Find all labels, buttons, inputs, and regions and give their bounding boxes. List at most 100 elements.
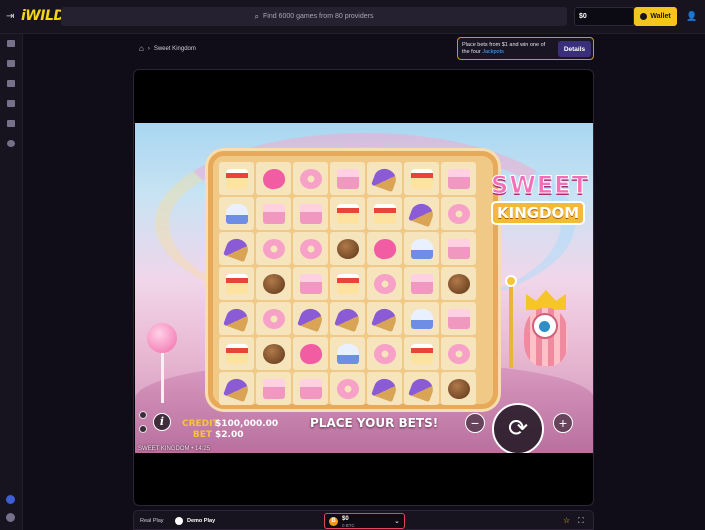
chevron-down-icon: ⌄	[394, 518, 400, 525]
game-frame: SWEET KINGDOM i CREDIT$100,000.00 BET $2.…	[133, 69, 594, 506]
cup-symbol-icon	[225, 203, 248, 224]
demo-play-label[interactable]: Demo Play	[187, 518, 215, 524]
cone-symbol-icon	[296, 305, 325, 332]
collapse-sidebar-icon[interactable]: ⇥	[6, 11, 14, 22]
cone-symbol-icon	[222, 235, 251, 262]
cup-symbol-icon	[336, 343, 359, 364]
list-icon[interactable]	[7, 60, 15, 67]
spin-icon: ⟳	[507, 415, 529, 442]
settings-icon[interactable]	[139, 411, 147, 419]
cake-symbol-icon	[225, 168, 248, 189]
grid-cell	[330, 197, 365, 230]
grid-cell	[404, 162, 439, 195]
search-input[interactable]: ⌕ Find 6000 games from 80 providers	[61, 7, 567, 26]
home-icon[interactable]: ⌂	[139, 44, 144, 53]
bitcoin-icon: B	[329, 517, 338, 526]
bar-symbol-icon	[336, 168, 359, 189]
grid-cell	[367, 232, 402, 265]
grid-cell	[404, 337, 439, 370]
donut-symbol-icon	[262, 238, 285, 259]
sound-icon[interactable]	[139, 425, 147, 433]
grid-cell	[441, 162, 476, 195]
cup-symbol-icon	[410, 308, 433, 329]
lollipop-decoration	[147, 323, 177, 353]
grid-cell	[219, 337, 254, 370]
bar-symbol-icon	[447, 308, 470, 329]
scepter-orb	[505, 275, 517, 287]
grid-cell	[404, 197, 439, 230]
currency-amount: $0	[342, 516, 349, 522]
grid-cell	[219, 197, 254, 230]
grid-cell	[256, 267, 291, 300]
grid-cell	[256, 232, 291, 265]
details-button[interactable]: Details	[558, 41, 591, 57]
grid-cell	[367, 372, 402, 405]
decrease-bet-button[interactable]: −	[465, 413, 485, 433]
casino-icon[interactable]	[7, 40, 15, 47]
bar-symbol-icon	[299, 273, 322, 294]
bar-symbol-icon	[299, 203, 322, 224]
grid-cell	[293, 372, 328, 405]
cone-symbol-icon	[407, 375, 436, 402]
site-logo[interactable]: iWILD	[21, 8, 65, 24]
reel-board	[208, 151, 498, 409]
bar-symbol-icon	[299, 378, 322, 399]
cake-symbol-icon	[373, 203, 396, 224]
bar-symbol-icon	[410, 273, 433, 294]
game-message: PLACE YOUR BETS!	[310, 416, 439, 430]
increase-bet-button[interactable]: +	[553, 413, 573, 433]
donut-symbol-icon	[336, 378, 359, 399]
currency-sub: 0 BTC	[342, 523, 355, 528]
language-flag-icon[interactable]	[6, 495, 15, 504]
game-hud: i CREDIT$100,000.00 BET $2.00 PLACE YOUR …	[135, 403, 593, 453]
donut-symbol-icon	[447, 203, 470, 224]
spin-button[interactable]: ⟳	[492, 403, 544, 453]
cone-symbol-icon	[222, 305, 251, 332]
game-footer-label: SWEET KINGDOM • 14:25	[138, 446, 211, 452]
grid-icon[interactable]	[7, 80, 15, 87]
bar-symbol-icon	[447, 238, 470, 259]
game-canvas[interactable]: SWEET KINGDOM i CREDIT$100,000.00 BET $2.…	[135, 123, 593, 453]
currency-selector[interactable]: B $0 0 BTC ⌄	[324, 513, 405, 529]
donut-symbol-icon	[373, 273, 396, 294]
chat-icon[interactable]	[6, 513, 15, 522]
cake-symbol-icon	[336, 203, 359, 224]
bar-symbol-icon	[262, 203, 285, 224]
grid-cell	[293, 162, 328, 195]
user-icon[interactable]: 👤	[686, 11, 697, 22]
symbol-grid	[219, 162, 476, 405]
grid-cell	[404, 267, 439, 300]
mascot-pupil	[539, 321, 550, 332]
grid-cell	[293, 232, 328, 265]
calendar-icon[interactable]	[7, 100, 15, 107]
grid-cell	[256, 302, 291, 335]
grid-cell	[330, 232, 365, 265]
search-icon: ⌕	[254, 11, 259, 21]
king-mascot	[505, 273, 576, 383]
star-icon[interactable]: ☆	[563, 516, 570, 525]
grid-cell	[367, 302, 402, 335]
fullscreen-icon[interactable]: ⛶	[578, 516, 584, 526]
play-mode-toggle[interactable]	[175, 517, 183, 525]
shield-icon[interactable]	[7, 140, 15, 147]
info-icon[interactable]: i	[153, 413, 171, 431]
grid-cell	[293, 197, 328, 230]
wallet-button[interactable]: Wallet	[634, 7, 677, 26]
video-icon[interactable]	[7, 120, 15, 127]
grid-cell	[441, 267, 476, 300]
real-play-label[interactable]: Real Play	[140, 518, 164, 524]
top-bar: ⇥ iWILD ⌕ Find 6000 games from 80 provid…	[0, 0, 705, 34]
credit-bet-display: CREDIT$100,000.00 BET $2.00	[182, 419, 278, 441]
grid-cell	[256, 162, 291, 195]
jackpot-link[interactable]: Jackpots	[482, 49, 504, 55]
heart-symbol-icon	[261, 167, 286, 190]
scepter	[509, 283, 513, 368]
cone-symbol-icon	[222, 375, 251, 402]
grid-cell	[293, 302, 328, 335]
crown-icon	[526, 290, 566, 310]
wallet-icon	[640, 13, 648, 20]
balance-display[interactable]: $0	[574, 7, 634, 26]
grid-cell	[441, 197, 476, 230]
cone-symbol-icon	[370, 305, 399, 332]
cake-symbol-icon	[410, 343, 433, 364]
